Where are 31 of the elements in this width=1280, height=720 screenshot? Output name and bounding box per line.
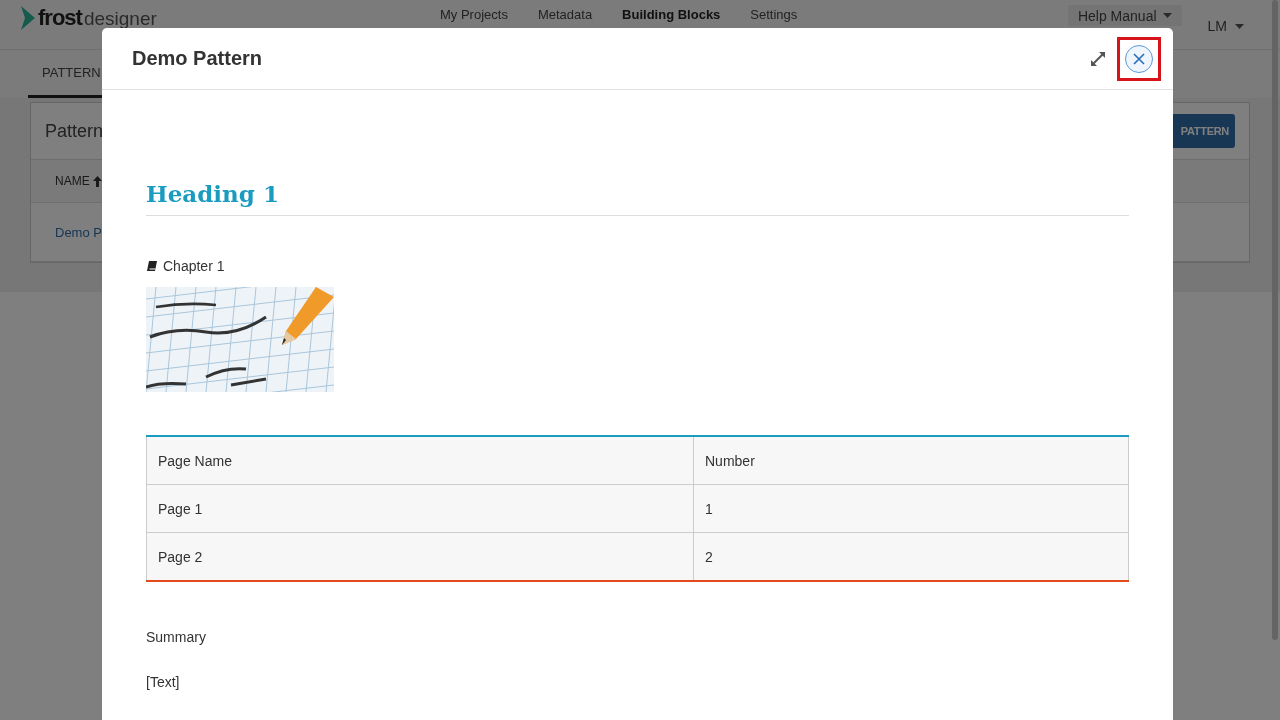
paragraph: [Text] bbox=[146, 674, 181, 690]
card-title: Pattern bbox=[45, 120, 104, 142]
book-icon bbox=[146, 260, 158, 272]
close-button[interactable] bbox=[1125, 44, 1153, 73]
section-heading: Heading 1 bbox=[146, 180, 1129, 216]
table-header-cell: Page Name bbox=[146, 436, 694, 485]
pattern-link[interactable]: Demo P bbox=[55, 224, 102, 240]
logo-text: frost bbox=[38, 7, 82, 29]
column-header[interactable]: NAME bbox=[55, 174, 90, 188]
close-icon bbox=[1133, 52, 1145, 65]
help-menu-button[interactable]: Help Manual bbox=[1067, 5, 1182, 26]
caret-icon bbox=[1235, 23, 1244, 29]
user-menu-button[interactable]: LM bbox=[1201, 17, 1250, 35]
table-cell: 1 bbox=[693, 484, 1129, 533]
table-header-cell: Number bbox=[693, 436, 1129, 485]
expand-icon[interactable] bbox=[1090, 50, 1106, 67]
sort-arrow-icon bbox=[92, 175, 102, 187]
table-cell: Page 2 bbox=[146, 532, 694, 581]
table-cell: 2 bbox=[693, 532, 1129, 581]
paragraph: Summary bbox=[146, 629, 207, 645]
nav-link[interactable]: Building Blocks bbox=[622, 8, 721, 23]
table-cell: Page 1 bbox=[146, 484, 694, 533]
nav-link[interactable]: Metadata bbox=[537, 8, 593, 23]
chapter-label: Chapter 1 bbox=[163, 258, 225, 274]
logo-subtitle: designer bbox=[83, 8, 157, 28]
nav-link[interactable]: Settings bbox=[750, 8, 798, 23]
modal-title: Demo Pattern bbox=[132, 47, 263, 70]
scrollbar[interactable] bbox=[1272, 0, 1278, 640]
nav-link[interactable]: My Projects bbox=[440, 8, 508, 23]
caret-icon bbox=[1162, 13, 1172, 18]
chevron-logo-icon bbox=[20, 5, 36, 31]
